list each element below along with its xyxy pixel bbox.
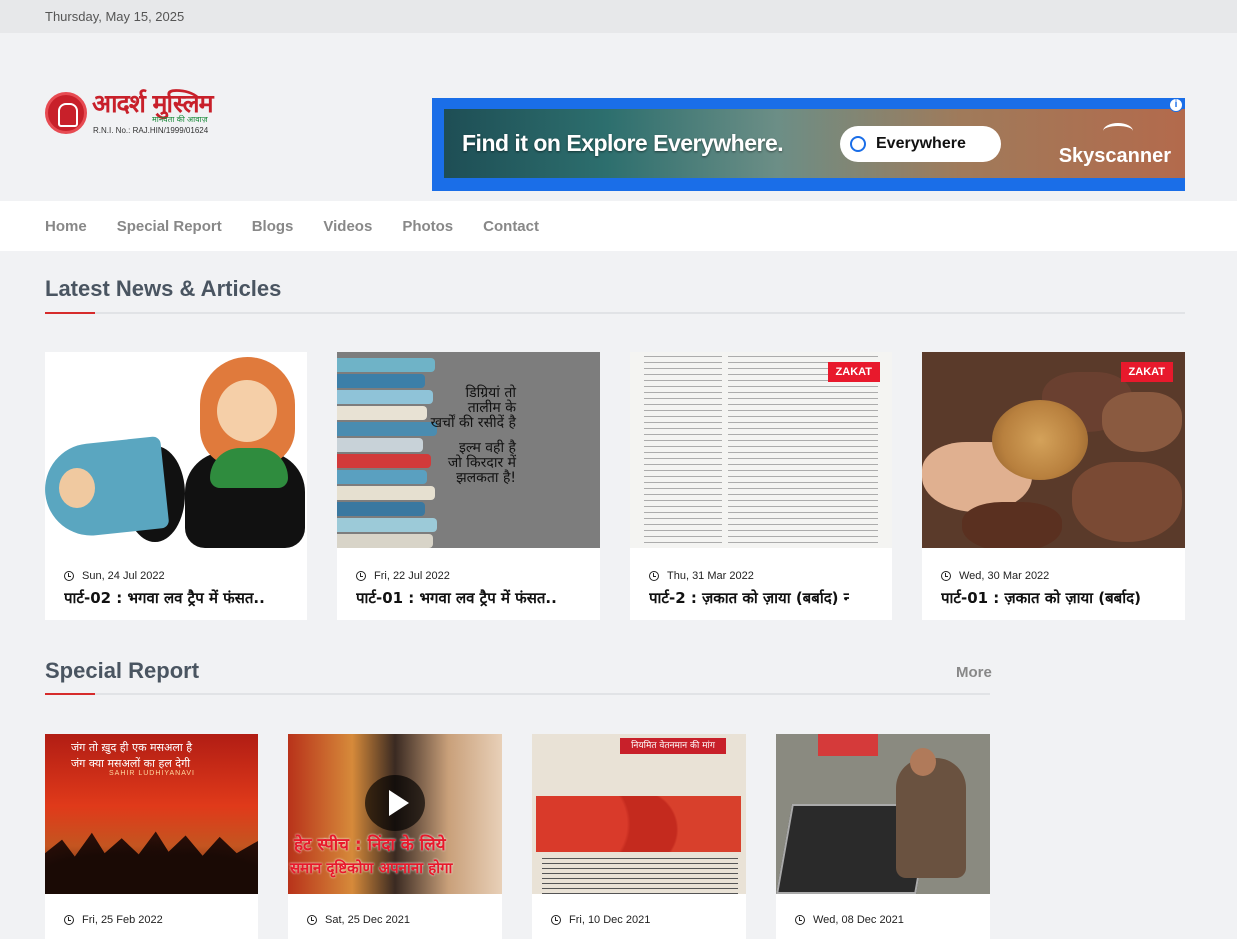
news-card-title[interactable]: पार्ट-02 : भगवा लव ट्रैप में फंसत... <box>64 588 264 608</box>
news-card[interactable]: ZAKAT Wed, 30 Mar 2022 पार्ट-01 : ज़कात … <box>922 352 1185 620</box>
ad-info-icon[interactable]: i <box>1169 98 1183 112</box>
advertisement-banner[interactable]: Find it on Explore Everywhere. Everywher… <box>432 98 1185 191</box>
news-card-date: Sun, 24 Jul 2022 <box>82 570 165 582</box>
news-card-date: Wed, 30 Mar 2022 <box>959 570 1050 582</box>
report-card-date: Fri, 10 Dec 2021 <box>569 914 651 926</box>
nav-blogs[interactable]: Blogs <box>252 218 294 235</box>
news-card-image[interactable]: ZAKAT <box>630 352 892 548</box>
clock-icon <box>941 571 951 581</box>
more-link[interactable]: More <box>956 664 992 681</box>
clock-icon <box>64 915 74 925</box>
report-card-date: Wed, 08 Dec 2021 <box>813 914 904 926</box>
logo-tagline: मानवता की आवाज़ <box>152 115 208 124</box>
nav-contact[interactable]: Contact <box>483 218 539 235</box>
report-card[interactable]: हेट स्पीच : निंदा के लिये समान दृष्टिकोण… <box>288 734 502 939</box>
skyscanner-sun-icon <box>1103 123 1133 139</box>
ad-search-value: Everywhere <box>876 135 966 152</box>
report-card[interactable]: Wed, 08 Dec 2021 <box>776 734 990 939</box>
report-card-image[interactable]: नियमित वेतनमान की मांग <box>532 734 746 894</box>
top-bar: Thursday, May 15, 2025 <box>0 0 1237 33</box>
nav-photos[interactable]: Photos <box>402 218 453 235</box>
clock-icon <box>356 571 366 581</box>
logo-rni: R.N.I. No.: RAJ.HIN/1999/01624 <box>93 126 209 135</box>
report-card-image[interactable] <box>776 734 990 894</box>
news-card-image[interactable]: ZAKAT <box>922 352 1185 548</box>
special-section-title: Special Report <box>45 658 200 683</box>
latest-divider <box>45 312 1185 314</box>
logo-emblem-icon <box>45 92 87 134</box>
nav-home[interactable]: Home <box>45 218 87 235</box>
ad-brand: Skyscanner <box>1058 145 1171 167</box>
news-card[interactable]: Sun, 24 Jul 2022 पार्ट-02 : भगवा लव ट्रै… <box>45 352 307 620</box>
header: आदर्श मुस्लिम मानवता की आवाज़ R.N.I. No.… <box>0 33 1237 201</box>
clock-icon <box>307 915 317 925</box>
news-card-title[interactable]: पार्ट-01 : भगवा लव ट्रैप में फंसत... <box>356 588 556 608</box>
clock-icon <box>649 571 659 581</box>
category-badge[interactable]: ZAKAT <box>827 362 880 382</box>
category-badge[interactable]: ZAKAT <box>1120 362 1173 382</box>
news-card-image[interactable] <box>45 352 307 548</box>
nav-special-report[interactable]: Special Report <box>117 218 222 235</box>
news-card-title[interactable]: पार्ट-01 : ज़कात को ज़ाया (बर्बाद) न ... <box>941 588 1141 608</box>
report-card-date: Sat, 25 Dec 2021 <box>325 914 411 926</box>
clock-icon <box>64 571 74 581</box>
report-card[interactable]: जंग तो ख़ुद ही एक मसअला है जंग क्या मसअल… <box>45 734 258 939</box>
news-card-date: Fri, 22 Jul 2022 <box>374 570 450 582</box>
report-card-image[interactable]: हेट स्पीच : निंदा के लिये समान दृष्टिकोण… <box>288 734 502 894</box>
news-card-title[interactable]: पार्ट-2 : ज़कात को ज़ाया (बर्बाद) न ... <box>649 588 849 608</box>
current-date: Thursday, May 15, 2025 <box>45 9 185 24</box>
clock-icon <box>551 915 561 925</box>
news-card-date: Thu, 31 Mar 2022 <box>667 570 754 582</box>
ad-headline: Find it on Explore Everywhere. <box>462 130 784 156</box>
report-card-image[interactable]: जंग तो ख़ुद ही एक मसअला है जंग क्या मसअल… <box>45 734 258 894</box>
site-logo[interactable]: आदर्श मुस्लिम मानवता की आवाज़ R.N.I. No.… <box>45 91 214 135</box>
special-divider <box>45 693 990 695</box>
latest-section-title: Latest News & Articles <box>45 276 282 301</box>
globe-icon <box>850 136 866 152</box>
clock-icon <box>795 915 805 925</box>
news-card[interactable]: डिग्रियां तो तालीम के खर्चों की रसीदें ह… <box>337 352 600 620</box>
report-card[interactable]: नियमित वेतनमान की मांग Fri, 10 Dec 2021 <box>532 734 746 939</box>
news-card-image[interactable]: डिग्रियां तो तालीम के खर्चों की रसीदें ह… <box>337 352 600 548</box>
ad-search-pill[interactable]: Everywhere <box>840 126 1001 162</box>
news-card[interactable]: ZAKAT Thu, 31 Mar 2022 पार्ट-2 : ज़कात क… <box>630 352 892 620</box>
quote-text: डिग्रियां तो तालीम के खर्चों की रसीदें ह… <box>430 385 516 486</box>
main-nav: Home Special Report Blogs Videos Photos … <box>0 201 1237 251</box>
play-icon[interactable] <box>365 775 425 831</box>
report-card-date: Fri, 25 Feb 2022 <box>82 914 163 926</box>
nav-videos[interactable]: Videos <box>323 218 372 235</box>
